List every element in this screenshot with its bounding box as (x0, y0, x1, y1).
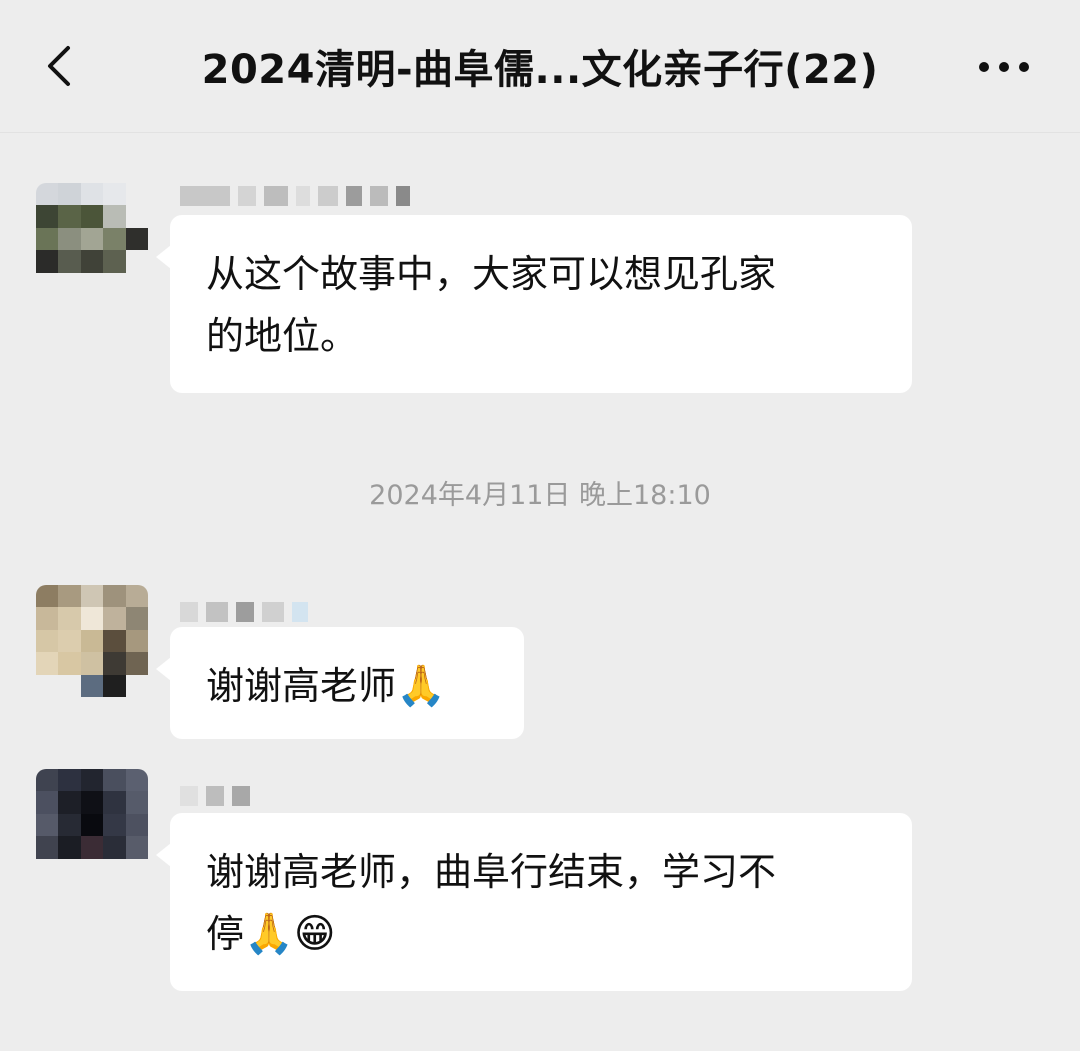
sender-name (180, 597, 308, 627)
avatar[interactable] (36, 585, 148, 697)
message-list[interactable]: 从这个故事中，大家可以想见孔家 的地位。 2024年4月11日 晚上18:10 … (0, 133, 1080, 1051)
avatar[interactable] (36, 183, 148, 295)
chevron-left-icon (48, 46, 70, 86)
folded-hands-emoji-icon: 🙏 (396, 663, 446, 709)
avatar[interactable] (36, 769, 148, 881)
message-text: 停 (206, 912, 245, 956)
message-bubble[interactable]: 谢谢高老师🙏 (156, 627, 524, 739)
timestamp: 2024年4月11日 晚上18:10 (369, 480, 711, 511)
message-text-line: 谢谢高老师，曲阜行结束，学习不 (206, 850, 777, 894)
folded-hands-emoji-icon: 🙏 (244, 911, 294, 957)
more-dots-icon (979, 62, 1029, 72)
message-text-line: 的地位。 (206, 314, 359, 358)
grinning-face-emoji-icon: 😁 (293, 911, 336, 957)
sender-name (180, 181, 410, 211)
chat-header: 2024清明-曲阜儒...文化亲子行(22) (0, 0, 1080, 133)
message-text-line: 从这个故事中，大家可以想见孔家 (206, 252, 777, 296)
message-bubble[interactable]: 谢谢高老师，曲阜行结束，学习不 停🙏😁 (156, 813, 912, 991)
message-text: 谢谢高老师 (206, 664, 397, 708)
back-button[interactable] (32, 38, 88, 94)
chat-title: 2024清明-曲阜儒...文化亲子行(22) (201, 47, 879, 93)
message-bubble[interactable]: 从这个故事中，大家可以想见孔家 的地位。 (156, 215, 912, 393)
sender-name (180, 781, 250, 811)
more-button[interactable] (966, 42, 1042, 92)
message-text-line: 停🙏😁 (206, 903, 878, 965)
